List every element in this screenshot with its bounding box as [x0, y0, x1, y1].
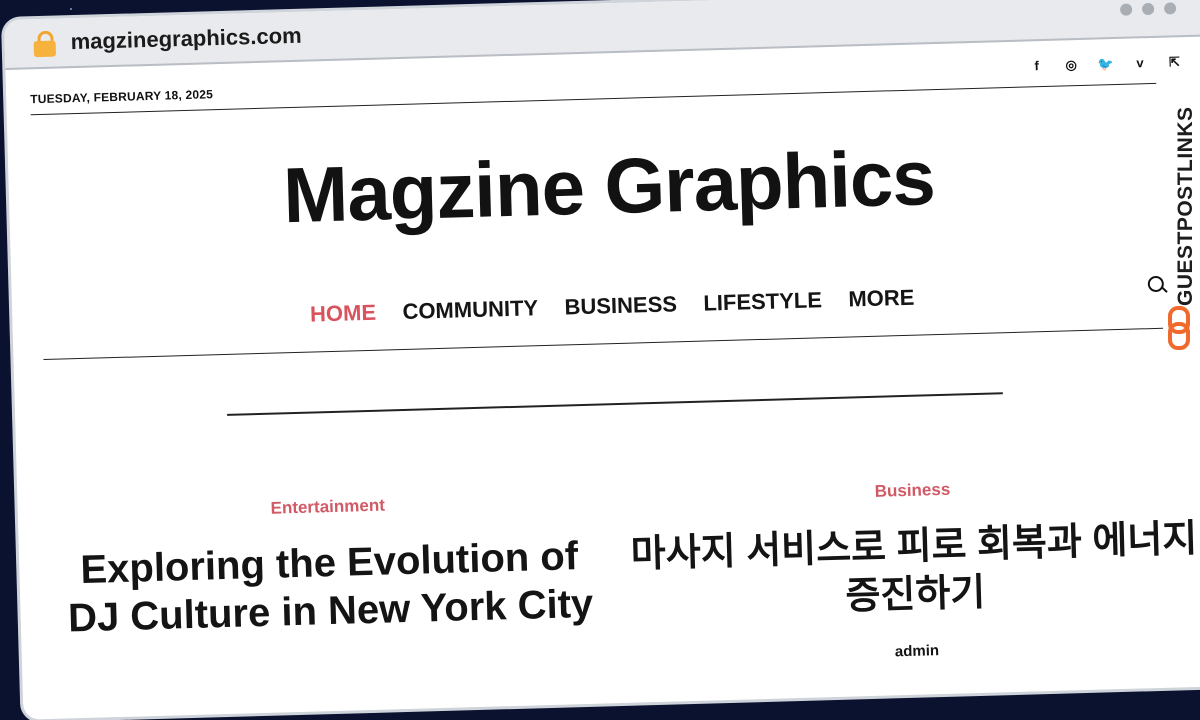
browser-window: magzinegraphics.com TUESDAY, FEBRUARY 18…: [4, 0, 1200, 720]
nav-item-home[interactable]: HOME: [310, 300, 377, 328]
watermark-badge: GUESTPOSTLINKS: [1148, 56, 1200, 356]
nav-item-business[interactable]: BUSINESS: [564, 291, 677, 320]
nav-divider: [43, 327, 1164, 361]
article-title[interactable]: 마사지 서비스로 피로 회복과 에너지 증진하기: [629, 515, 1200, 627]
site-logo[interactable]: Magzine Graphics: [8, 124, 1200, 248]
window-dot-icon[interactable]: [1141, 2, 1155, 16]
lock-icon: [32, 30, 57, 58]
window-dot-icon[interactable]: [1163, 2, 1177, 15]
nav-item-lifestyle[interactable]: LIFESTYLE: [703, 287, 822, 316]
article-category[interactable]: Entertainment: [58, 490, 598, 525]
window-controls[interactable]: [1110, 1, 1177, 21]
section-divider: [227, 392, 1003, 416]
instagram-icon[interactable]: ◎: [1060, 57, 1082, 74]
main-nav: HOME COMMUNITY BUSINESS LIFESTYLE MORE: [12, 276, 1200, 335]
current-date: TUESDAY, FEBRUARY 18, 2025: [30, 87, 214, 107]
nav-item-community[interactable]: COMMUNITY: [402, 295, 538, 325]
twitter-icon[interactable]: 🐦: [1094, 56, 1116, 73]
article-category[interactable]: Business: [627, 473, 1197, 509]
nav-item-more[interactable]: MORE: [848, 285, 915, 313]
article-author[interactable]: admin: [632, 635, 1200, 668]
article-card[interactable]: Entertainment Exploring the Evolution of…: [58, 490, 602, 643]
facebook-icon[interactable]: f: [1025, 58, 1047, 74]
address-bar[interactable]: magzinegraphics.com: [4, 0, 1200, 70]
watermark-text: GUESTPOSTLINKS: [1174, 106, 1197, 306]
article-title[interactable]: Exploring the Evolution of DJ Culture in…: [59, 532, 601, 643]
url-text[interactable]: magzinegraphics.com: [70, 23, 302, 55]
link-icon: [1168, 306, 1190, 350]
window-dot-icon[interactable]: [1119, 3, 1133, 16]
article-card[interactable]: Business 마사지 서비스로 피로 회복과 에너지 증진하기 admin: [627, 473, 1200, 668]
